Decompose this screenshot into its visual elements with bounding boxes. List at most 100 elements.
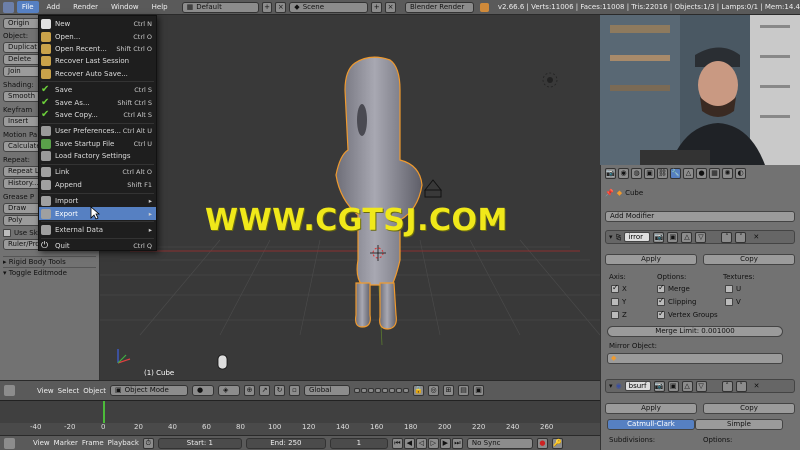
camera-object-icon[interactable]	[423, 179, 443, 198]
subsurf-modifier-name[interactable]: bsurf	[624, 381, 651, 391]
layer-button[interactable]	[361, 388, 368, 393]
render-engine-dropdown[interactable]: Blender Render	[404, 1, 475, 13]
history-button[interactable]: History...	[3, 178, 43, 189]
axis-y-checkbox[interactable]	[611, 298, 619, 306]
menu-item-user-preferences[interactable]: User Preferences... Ctrl Alt U	[39, 125, 156, 137]
menu-item-save[interactable]: ✔ Save Ctrl S	[39, 84, 156, 96]
layer-button[interactable]	[368, 388, 375, 393]
show-render-toggle[interactable]: 📷	[653, 380, 665, 392]
axis-z-row[interactable]: Z	[611, 311, 627, 319]
simple-toggle[interactable]: Simple	[695, 419, 783, 430]
menu-help[interactable]: Help	[147, 1, 173, 13]
delete-button[interactable]: Delete	[3, 54, 43, 65]
menu-window[interactable]: Window	[106, 1, 144, 13]
layer-button[interactable]	[375, 388, 382, 393]
timeline-editor[interactable]: -40 -20 0 20 40 60 80 100 120 140 160 18…	[0, 400, 600, 435]
sync-mode-dropdown[interactable]: No Sync	[466, 437, 533, 449]
jump-to-end-button[interactable]: ⏭	[451, 437, 463, 449]
editor-type-icon[interactable]	[4, 385, 15, 396]
keying-set-button[interactable]: 🔑	[551, 437, 563, 449]
snap-toggle-button[interactable]: ⊞	[443, 385, 455, 396]
move-up-button[interactable]: ˄	[721, 380, 733, 392]
tab-modifiers[interactable]: 🔧	[670, 168, 681, 179]
vertex-groups-checkbox[interactable]	[657, 309, 665, 319]
tab-data[interactable]: △	[683, 168, 694, 179]
merge-row[interactable]: Merge	[657, 283, 690, 293]
menu-item-link[interactable]: Link Ctrl Alt O	[39, 166, 156, 178]
clipping-row[interactable]: Clipping	[657, 296, 697, 306]
screen-layout-dropdown[interactable]: ▦ Default	[181, 1, 259, 13]
scale-manipulator-button[interactable]: ▫	[289, 385, 301, 396]
pin-icon[interactable]: 📌	[605, 189, 614, 197]
show-editmode-toggle[interactable]: △	[681, 231, 693, 243]
menu-item-append[interactable]: Append Shift F1	[39, 179, 156, 191]
menu-item-open[interactable]: Open... Ctrl O	[39, 30, 156, 42]
remove-modifier-icon[interactable]: ✕	[753, 233, 759, 241]
axis-x-checkbox[interactable]	[611, 283, 619, 293]
jump-to-start-button[interactable]: ⏮	[391, 437, 403, 449]
tab-particles[interactable]: ✺	[722, 168, 733, 179]
remove-scene-button[interactable]: ×	[385, 1, 396, 13]
add-screen-button[interactable]: +	[261, 1, 273, 13]
menu-item-save-copy[interactable]: ✔ Save Copy... Ctrl Alt S	[39, 109, 156, 121]
render-opengl-button[interactable]: ▣	[473, 385, 485, 396]
lock-layers-icon[interactable]: 🔒	[413, 385, 425, 396]
clipping-checkbox[interactable]	[657, 296, 665, 306]
axis-y-row[interactable]: Y	[611, 298, 626, 306]
proportional-edit-button[interactable]: ◎	[428, 385, 440, 396]
move-down-button[interactable]: ˅	[735, 231, 747, 243]
tab-texture[interactable]: ▦	[709, 168, 720, 179]
vertex-groups-row[interactable]: Vertex Groups	[657, 309, 718, 319]
timeline-editor-type-icon[interactable]	[4, 437, 15, 449]
menu-item-recover-auto[interactable]: Recover Auto Save...	[39, 68, 156, 80]
show-cage-toggle[interactable]: ▽	[695, 231, 707, 243]
mirror-copy-button[interactable]: Copy	[703, 254, 795, 265]
merge-limit-field[interactable]: Merge Limit: 0.001000	[607, 326, 783, 337]
use-sketching-checkbox[interactable]	[3, 229, 11, 237]
start-frame-field[interactable]: Start: 1	[157, 437, 242, 449]
add-modifier-dropdown[interactable]: Add Modifier	[605, 211, 795, 222]
collapse-arrow-icon[interactable]: ▾	[609, 233, 613, 241]
layer-button[interactable]	[354, 388, 361, 393]
show-viewport-toggle[interactable]: ▣	[667, 231, 679, 243]
layer-button[interactable]	[382, 388, 389, 393]
jump-to-keyframe-next-button[interactable]: ▶	[439, 437, 451, 449]
transform-orientation-dropdown[interactable]: Global	[304, 385, 351, 396]
play-reverse-button[interactable]: ◁	[415, 437, 427, 449]
mirror-modifier-name[interactable]: irror	[624, 232, 651, 242]
remove-screen-button[interactable]: ×	[275, 1, 287, 13]
menu-frame[interactable]: Frame	[82, 439, 104, 447]
menu-marker[interactable]: Marker	[54, 439, 78, 447]
pivot-point-dropdown[interactable]: ◈	[218, 385, 241, 396]
texture-v-row[interactable]: V	[725, 298, 741, 306]
menu-item-open-recent[interactable]: Open Recent... Shift Ctrl O	[39, 43, 156, 55]
menu-view[interactable]: View	[33, 439, 50, 447]
collapse-arrow-icon[interactable]: ▾	[609, 382, 613, 390]
origin-button[interactable]: Origin	[3, 18, 43, 29]
merge-checkbox[interactable]	[657, 283, 665, 293]
menu-select[interactable]: Select	[58, 387, 80, 395]
menu-item-recover-last[interactable]: Recover Last Session	[39, 55, 156, 67]
auto-keying-record-button[interactable]: ●	[536, 437, 548, 449]
layer-button[interactable]	[403, 388, 410, 393]
tab-world[interactable]: ◍	[631, 168, 642, 179]
add-scene-button[interactable]: +	[371, 1, 383, 13]
lamp-object-icon[interactable]	[542, 72, 558, 88]
texture-u-checkbox[interactable]	[725, 285, 733, 293]
layer-buttons[interactable]	[354, 388, 410, 393]
play-button[interactable]: ▷	[427, 437, 439, 449]
tab-scene[interactable]: ◉	[618, 168, 629, 179]
current-frame-field[interactable]: 1	[329, 437, 388, 449]
preview-range-toggle[interactable]: ⏱	[142, 437, 154, 449]
rotate-manipulator-button[interactable]: ↻	[274, 385, 286, 396]
show-cage-toggle[interactable]: ▽	[695, 380, 707, 392]
scene-dropdown[interactable]: ◆ Scene	[289, 1, 369, 13]
calculate-button[interactable]: Calculate	[3, 141, 43, 152]
duplicate-button[interactable]: Duplicat	[3, 42, 43, 53]
draw-button[interactable]: Draw	[3, 203, 43, 214]
menu-object[interactable]: Object	[83, 387, 106, 395]
menu-playback[interactable]: Playback	[108, 439, 139, 447]
layer-button[interactable]	[396, 388, 403, 393]
viewport-shading-dropdown[interactable]: ●	[192, 385, 215, 396]
menu-render[interactable]: Render	[68, 1, 103, 13]
